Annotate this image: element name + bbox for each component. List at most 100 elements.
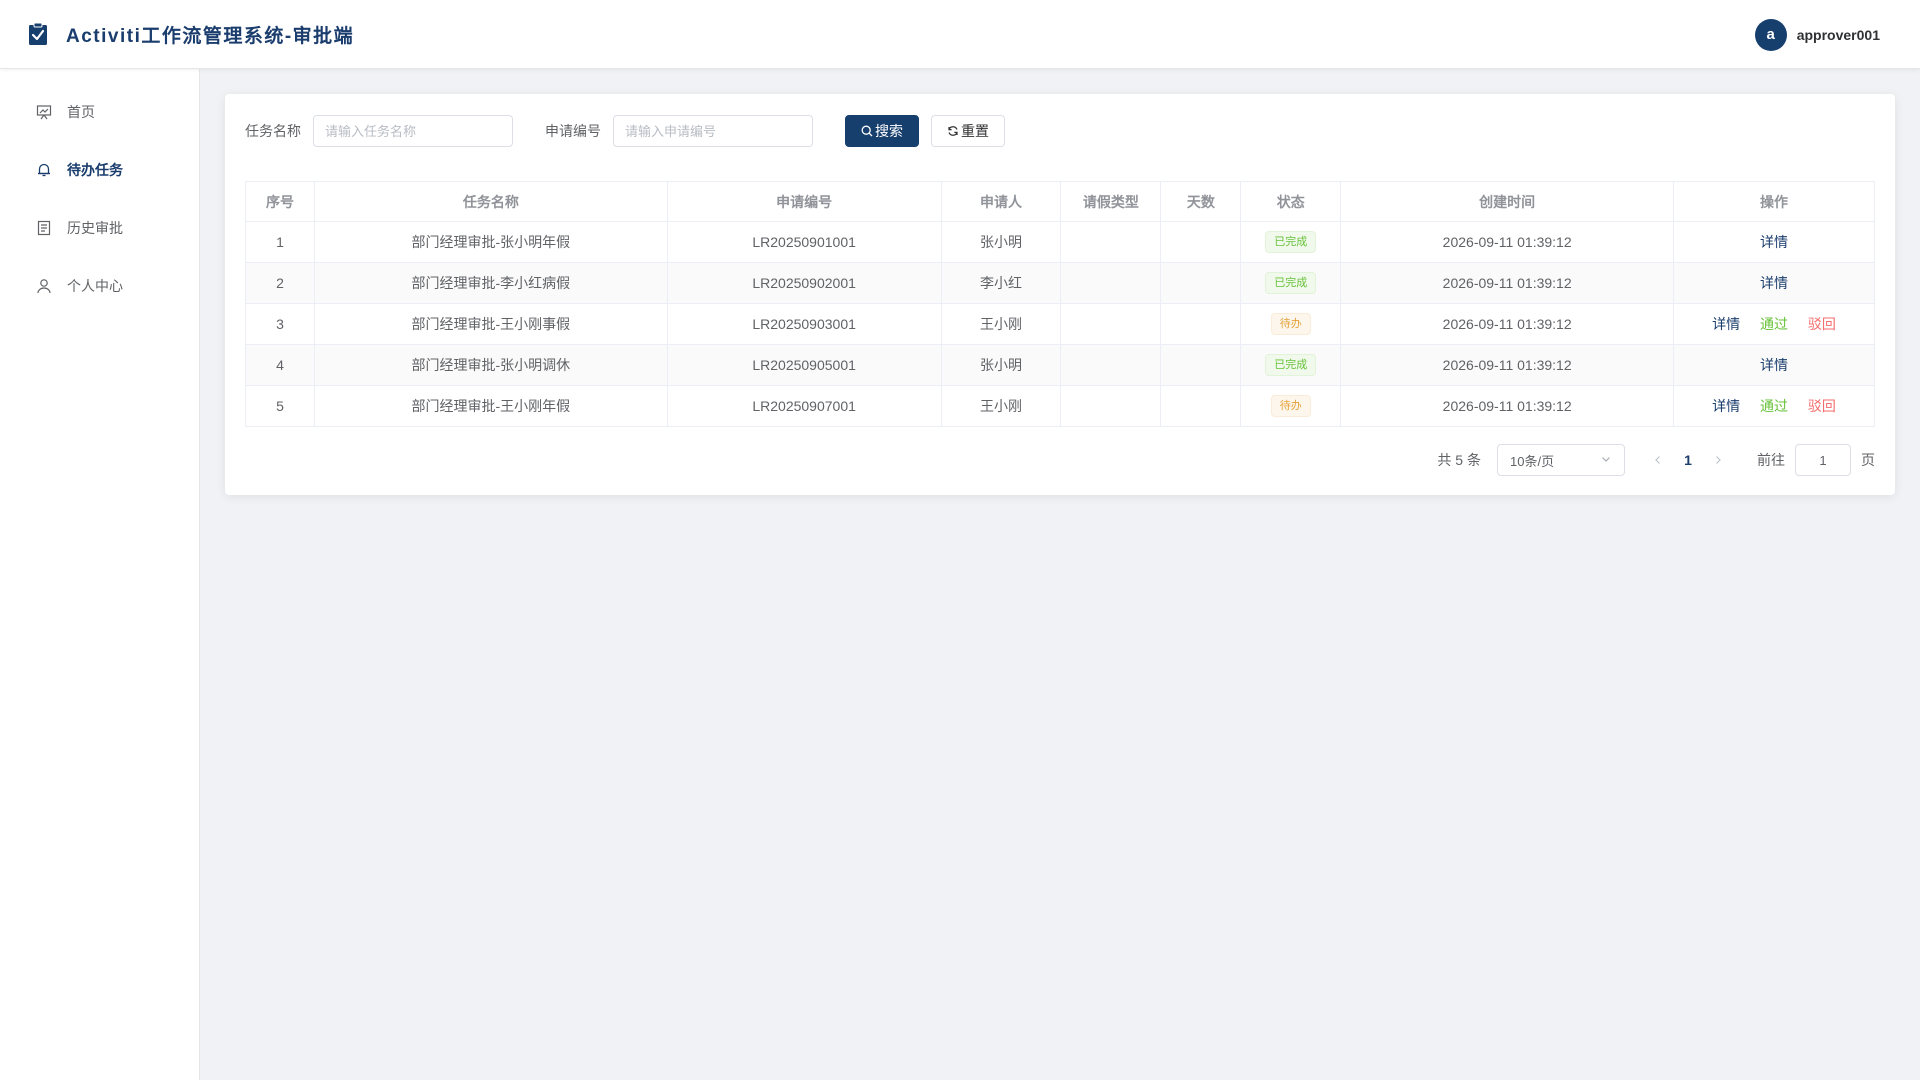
- cell-status: 待办: [1240, 303, 1342, 345]
- refresh-icon: [947, 125, 959, 137]
- document-icon: [36, 220, 52, 236]
- detail-link[interactable]: 详情: [1712, 316, 1740, 332]
- cell-apply-no: LR20250903001: [666, 303, 942, 345]
- search-form: 任务名称 申请编号 搜索 重置: [245, 114, 1005, 148]
- cell-status: 已完成: [1240, 262, 1342, 304]
- cell-task-name: 部门经理审批-李小红病假: [313, 262, 668, 304]
- cell-task-name: 部门经理审批-王小刚年假: [313, 385, 668, 427]
- chevron-right-icon: [1716, 456, 1721, 464]
- approve-link[interactable]: 通过: [1760, 398, 1788, 414]
- goto-page-input[interactable]: [1795, 444, 1851, 476]
- status-badge: 待办: [1270, 313, 1311, 335]
- cell-index: 2: [245, 262, 315, 304]
- col-applicant: 申请人: [940, 181, 1062, 222]
- cell-created: 2026-09-11 01:39:12: [1340, 303, 1675, 345]
- table-row: 1 部门经理审批-张小明年假 LR20250901001 张小明 已完成 202…: [245, 221, 1875, 263]
- cell-actions: 详情 通过 驳回: [1673, 303, 1875, 345]
- status-badge: 已完成: [1265, 231, 1317, 253]
- page-number-current[interactable]: 1: [1673, 452, 1703, 468]
- status-badge: 已完成: [1265, 272, 1317, 294]
- next-page-button[interactable]: [1703, 444, 1733, 476]
- col-task-name: 任务名称: [313, 181, 668, 222]
- table-row: 2 部门经理审批-李小红病假 LR20250902001 李小红 已完成 202…: [245, 262, 1875, 304]
- cell-leave-type: [1060, 221, 1162, 263]
- cell-actions: 详情 通过 驳回: [1673, 385, 1875, 427]
- cell-index: 3: [245, 303, 315, 345]
- clipboard-check-icon: [28, 21, 50, 47]
- app-title: Activiti工作流管理系统-审批端: [66, 25, 355, 47]
- presentation-icon: [36, 104, 52, 120]
- cell-applicant: 王小刚: [940, 303, 1062, 345]
- sidebar-item-home[interactable]: 首页: [0, 83, 199, 141]
- cell-applicant: 张小明: [940, 221, 1062, 263]
- sidebar-item-label: 个人中心: [67, 278, 123, 294]
- cell-leave-type: [1060, 385, 1162, 427]
- cell-days: [1160, 344, 1242, 386]
- cell-actions: 详情: [1673, 344, 1875, 386]
- sidebar-item-label: 待办任务: [67, 162, 123, 178]
- total-count: 共 5 条: [1437, 452, 1481, 468]
- goto-label: 前往: [1757, 452, 1785, 468]
- cell-created: 2026-09-11 01:39:12: [1340, 221, 1675, 263]
- col-days: 天数: [1160, 181, 1242, 222]
- apply-no-input[interactable]: [613, 115, 813, 147]
- detail-link[interactable]: 详情: [1760, 357, 1788, 373]
- task-name-input[interactable]: [313, 115, 513, 147]
- col-status: 状态: [1240, 181, 1342, 222]
- sidebar: 首页 待办任务 历史审批 个人中心: [0, 69, 200, 1080]
- cell-apply-no: LR20250907001: [666, 385, 942, 427]
- cell-leave-type: [1060, 303, 1162, 345]
- avatar[interactable]: a: [1754, 18, 1787, 51]
- cell-task-name: 部门经理审批-张小明调休: [313, 344, 668, 386]
- table-header-row: 序号 任务名称 申请编号 申请人 请假类型 天数 状态 创建时间 操作: [245, 181, 1875, 222]
- cell-leave-type: [1060, 262, 1162, 304]
- user-menu[interactable]: a approver001: [1754, 0, 1880, 69]
- pagination: 共 5 条 10条/页 1 前往 页: [1437, 444, 1875, 476]
- cell-index: 5: [245, 385, 315, 427]
- cell-days: [1160, 303, 1242, 345]
- detail-link[interactable]: 详情: [1760, 275, 1788, 291]
- sidebar-item-history[interactable]: 历史审批: [0, 199, 199, 257]
- detail-link[interactable]: 详情: [1760, 234, 1788, 250]
- sidebar-item-profile[interactable]: 个人中心: [0, 257, 199, 315]
- cell-days: [1160, 385, 1242, 427]
- cell-days: [1160, 262, 1242, 304]
- cell-status: 已完成: [1240, 221, 1342, 263]
- sidebar-item-todo[interactable]: 待办任务: [0, 141, 199, 199]
- prev-page-button[interactable]: [1643, 444, 1673, 476]
- apply-no-label: 申请编号: [545, 123, 601, 139]
- user-icon: [36, 278, 52, 294]
- approve-link[interactable]: 通过: [1760, 316, 1788, 332]
- col-index: 序号: [245, 181, 315, 222]
- page-size-select[interactable]: 10条/页: [1497, 444, 1625, 476]
- chevron-down-icon: [1600, 453, 1612, 468]
- task-table: 序号 任务名称 申请编号 申请人 请假类型 天数 状态 创建时间 操作 1 部门…: [245, 181, 1875, 427]
- cell-leave-type: [1060, 344, 1162, 386]
- reject-link[interactable]: 驳回: [1808, 316, 1836, 332]
- cell-actions: 详情: [1673, 262, 1875, 304]
- cell-status: 待办: [1240, 385, 1342, 427]
- cell-apply-no: LR20250905001: [666, 344, 942, 386]
- app-header: Activiti工作流管理系统-审批端 a approver001: [0, 0, 1920, 69]
- cell-created: 2026-09-11 01:39:12: [1340, 262, 1675, 304]
- sidebar-item-label: 历史审批: [67, 220, 123, 236]
- cell-days: [1160, 221, 1242, 263]
- reset-button[interactable]: 重置: [931, 115, 1005, 147]
- detail-link[interactable]: 详情: [1712, 398, 1740, 414]
- col-created: 创建时间: [1340, 181, 1675, 222]
- table-row: 4 部门经理审批-张小明调休 LR20250905001 张小明 已完成 202…: [245, 344, 1875, 386]
- cell-task-name: 部门经理审批-张小明年假: [313, 221, 668, 263]
- reset-button-label: 重置: [961, 123, 989, 139]
- search-button[interactable]: 搜索: [845, 115, 919, 147]
- cell-index: 1: [245, 221, 315, 263]
- cell-actions: 详情: [1673, 221, 1875, 263]
- col-actions: 操作: [1673, 181, 1875, 222]
- username[interactable]: approver001: [1797, 27, 1880, 43]
- cell-created: 2026-09-11 01:39:12: [1340, 385, 1675, 427]
- table-row: 5 部门经理审批-王小刚年假 LR20250907001 王小刚 待办 2026…: [245, 385, 1875, 427]
- page-suffix: 页: [1861, 452, 1875, 468]
- table-row: 3 部门经理审批-王小刚事假 LR20250903001 王小刚 待办 2026…: [245, 303, 1875, 345]
- reject-link[interactable]: 驳回: [1808, 398, 1836, 414]
- cell-task-name: 部门经理审批-王小刚事假: [313, 303, 668, 345]
- col-apply-no: 申请编号: [666, 181, 942, 222]
